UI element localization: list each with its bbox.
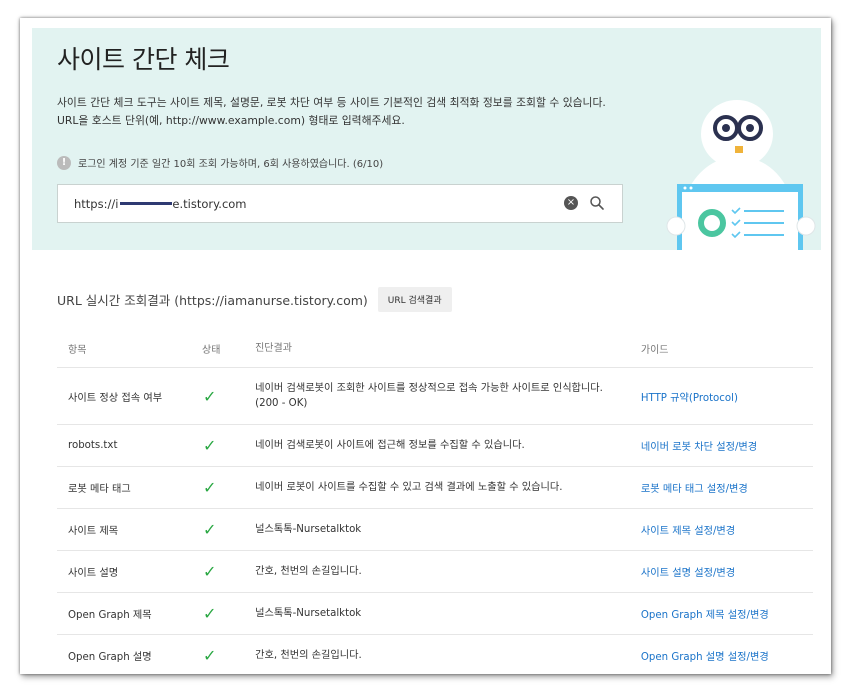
guide-link[interactable]: Open Graph 제목 설정/변경 [641, 610, 769, 621]
hero-panel: 사이트 간단 체크 사이트 간단 체크 도구는 사이트 제목, 설명문, 로봇 … [32, 28, 821, 250]
check-icon: ✓ [203, 604, 217, 623]
table-row: 사이트 제목 ✓ 널스톡톡-Nursetalktok 사이트 제목 설정/변경 [57, 508, 813, 551]
usage-notice: ! 로그인 계정 기준 일간 10회 조회 가능하며, 6회 사용하였습니다. … [57, 155, 383, 170]
row-item: 사이트 설명 [57, 550, 203, 593]
description-line-2: URL을 호스트 단위(예, http://www.example.com) 형… [57, 114, 405, 127]
page-title: 사이트 간단 체크 [57, 45, 230, 74]
table-row: 사이트 정상 접속 여부 ✓ 네이버 검색로봇이 조회한 사이트를 정상적으로 … [57, 367, 813, 425]
table-header-row: 항목 상태 진단결과 가이드 [57, 329, 813, 368]
header-item: 항목 [57, 329, 203, 368]
check-icon: ✓ [203, 646, 217, 665]
url-value-suffix: e.tistory.com [172, 196, 247, 211]
page-frame: 사이트 간단 체크 사이트 간단 체크 도구는 사이트 제목, 설명문, 로봇 … [20, 18, 831, 674]
row-result: 네이버 로봇이 사이트를 수집할 수 있고 검색 결과에 노출할 수 있습니다. [255, 466, 641, 509]
table-row: robots.txt ✓ 네이버 검색로봇이 사이트에 접근해 정보를 수집할 … [57, 424, 813, 467]
check-icon: ✓ [203, 478, 217, 497]
check-icon: ✓ [203, 436, 217, 455]
page-description: 사이트 간단 체크 도구는 사이트 제목, 설명문, 로봇 차단 여부 등 사이… [57, 94, 647, 130]
guide-link[interactable]: Open Graph 설명 설정/변경 [641, 652, 769, 663]
guide-link[interactable]: 사이트 설명 설정/변경 [641, 568, 735, 579]
description-line-1: 사이트 간단 체크 도구는 사이트 제목, 설명문, 로봇 차단 여부 등 사이… [57, 96, 606, 109]
guide-link[interactable]: 사이트 제목 설정/변경 [641, 526, 735, 537]
robot-illustration-icon [666, 100, 816, 250]
result-header: URL 실시간 조회결과 (https://iamanurse.tistory.… [57, 287, 452, 312]
redaction-mark [120, 202, 173, 205]
row-item: robots.txt [57, 424, 203, 467]
row-result: 간호, 천번의 손길입니다. [255, 634, 641, 674]
table-row: Open Graph 설명 ✓ 간호, 천번의 손길입니다. Open Grap… [57, 634, 813, 674]
url-value-prefix: https://i [74, 196, 119, 211]
clear-input-button[interactable]: × [564, 196, 578, 210]
check-icon: ✓ [203, 520, 217, 539]
row-item: Open Graph 제목 [57, 592, 203, 635]
check-results-table: 항목 상태 진단결과 가이드 사이트 정상 접속 여부 ✓ 네이버 검색로봇이 … [57, 329, 813, 674]
row-result: 널스톡톡-Nursetalktok [255, 508, 641, 551]
url-input-value[interactable]: https://i e.tistory.com [74, 185, 247, 222]
guide-link[interactable]: HTTP 규약(Protocol) [641, 393, 738, 404]
guide-link[interactable]: 로봇 메타 태그 설정/변경 [641, 484, 748, 495]
result-title: URL 실시간 조회결과 (https://iamanurse.tistory.… [57, 293, 368, 308]
row-result: 네이버 검색로봇이 사이트에 접근해 정보를 수집할 수 있습니다. [255, 424, 641, 467]
search-icon[interactable] [588, 194, 606, 212]
check-icon: ✓ [203, 386, 217, 406]
header-guide: 가이드 [640, 329, 813, 368]
guide-link[interactable]: 네이버 로봇 차단 설정/변경 [641, 442, 757, 453]
row-result: 네이버 검색로봇이 조회한 사이트를 정상적으로 접속 가능한 사이트로 인식합… [255, 367, 641, 425]
row-result: 널스톡톡-Nursetalktok [255, 592, 641, 635]
header-result: 진단결과 [255, 329, 641, 368]
url-search-result-button[interactable]: URL 검색결과 [377, 287, 452, 312]
table-row: Open Graph 제목 ✓ 널스톡톡-Nursetalktok Open G… [57, 592, 813, 635]
table-row: 사이트 설명 ✓ 간호, 천번의 손길입니다. 사이트 설명 설정/변경 [57, 550, 813, 593]
row-item: Open Graph 설명 [57, 634, 203, 674]
info-icon: ! [57, 155, 71, 170]
check-icon: ✓ [203, 562, 217, 581]
usage-notice-text: 로그인 계정 기준 일간 10회 조회 가능하며, 6회 사용하였습니다. (6… [78, 159, 384, 170]
row-result: 간호, 천번의 손길입니다. [255, 550, 641, 593]
row-item: 로봇 메타 태그 [57, 466, 203, 509]
table-row: 로봇 메타 태그 ✓ 네이버 로봇이 사이트를 수집할 수 있고 검색 결과에 … [57, 466, 813, 509]
header-status: 상태 [202, 329, 256, 368]
url-search-input[interactable]: https://i e.tistory.com × [57, 184, 623, 223]
row-item: 사이트 정상 접속 여부 [57, 367, 203, 425]
row-item: 사이트 제목 [57, 508, 203, 551]
